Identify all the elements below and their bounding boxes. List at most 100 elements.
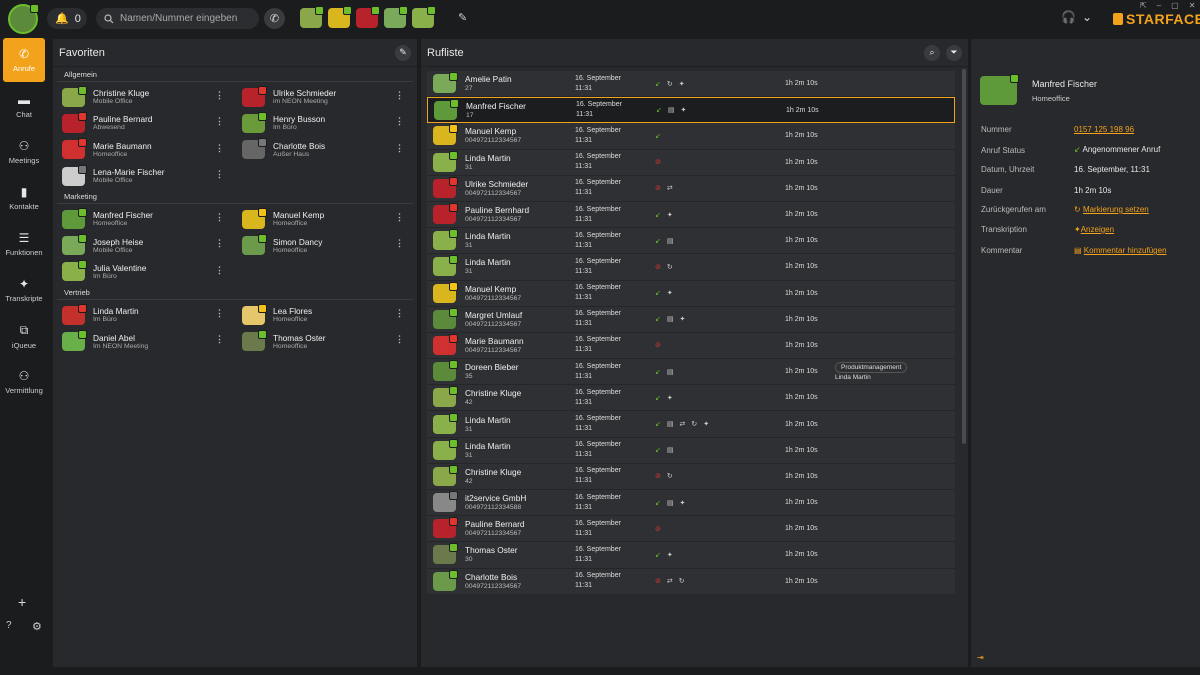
quick-contact-avatar[interactable] [300,6,324,28]
show-transcript-link[interactable]: ✦Anzeigen [1074,225,1114,234]
call-row[interactable]: Pauline Bernhard 004972112334567 16. Septe… [427,201,955,229]
more-options-icon[interactable]: ⋮ [215,265,224,276]
more-options-icon[interactable]: ⋮ [395,308,404,319]
favorite-contact[interactable]: Linda Martin Im Büro ⋮ [53,302,233,328]
call-row[interactable]: Linda Martin 31 16. September 11:31 ↙ ▤ ⇄ ↻ ✦ 1h … [427,411,955,438]
call-row[interactable]: Pauline Bernard 004972112334567 16. Septem… [427,516,955,543]
more-options-icon[interactable]: ⋮ [395,90,404,101]
more-options-icon[interactable]: ⋮ [395,238,404,249]
more-options-icon[interactable]: ⋮ [395,116,404,127]
help-icon[interactable]: ? [6,620,12,631]
quick-contact-avatar[interactable] [384,6,408,28]
call-duration: 1h 2m 10s [785,420,818,428]
sidebar-item-transkripte[interactable]: ✦ Transkripte [0,268,48,312]
search-input[interactable] [120,13,250,24]
mark-callback-link[interactable]: ↻ Markierung setzen [1074,205,1149,214]
more-options-icon[interactable]: ⋮ [395,212,404,223]
quick-contact-avatar[interactable] [356,6,380,28]
call-row[interactable]: Thomas Oster 30 16. September 11:31 ↙ ✦ 1h 2m … [427,542,955,569]
favorite-contact[interactable]: Marie Baumann Homeoffice ⋮ [53,137,233,163]
call-row[interactable]: Linda Martin 31 16. September 11:31 ↙ ▤ 1h 2m … [427,437,955,464]
favorite-contact[interactable]: Daniel Abel Im NEON Meeting ⋮ [53,328,233,354]
favorite-contact[interactable]: Joseph Heise Mobile Office ⋮ [53,232,233,258]
more-options-icon[interactable]: ⋮ [215,116,224,127]
callback-icon: ↻ [666,80,673,88]
favorite-contact[interactable]: Pauline Bernard Abwesend ⋮ [53,110,233,136]
edit-pencil-icon[interactable]: ✎ [458,11,467,24]
call-row[interactable]: Marie Baumann 004972112334567 16. Septembe… [427,332,955,360]
sidebar-item-chat[interactable]: ▬ Chat [0,84,48,128]
call-list-scrollbar[interactable] [962,69,966,444]
close-icon[interactable]: ✕ [1189,1,1196,10]
headset-selector[interactable]: 🎧 ⌄ [1061,10,1092,24]
tag-person: Linda Martin [835,373,871,381]
more-options-icon[interactable]: ⋮ [215,212,224,223]
note-icon: ▤ [666,447,674,455]
more-options-icon[interactable]: ⋮ [395,143,404,154]
sidebar-item-funktionen[interactable]: ☰ Funktionen [0,222,48,266]
detail-number-link[interactable]: 0157 125 198 96 [1074,125,1134,134]
call-row[interactable]: Manuel Kemp 004972112334567 16. September 1… [427,123,955,150]
caller-avatar [433,412,458,434]
call-row[interactable]: Christine Kluge 42 16. September 11:31 ↙ ✦ 1h … [427,385,955,412]
my-avatar[interactable] [8,4,39,34]
call-row[interactable]: Manfred Fischer 17 16. September 11:31 ↙ ▤ ✦ 1h… [427,97,955,124]
caller-avatar [433,464,458,486]
settings-gear-icon[interactable]: ⚙ [32,620,42,633]
edit-favorites-button[interactable]: ✎ [395,44,411,61]
call-row[interactable]: Margret Umlauf 004972112334567 16. Septemb… [427,306,955,333]
call-button[interactable]: ✆ [264,8,285,29]
filter-button[interactable]: ⏷ [946,44,962,61]
call-date: 16. September [575,572,621,580]
call-row[interactable]: Doreen Bieber 35 16. September 11:31 ↙ ▤ 1h 2m… [427,359,955,386]
favorite-contact[interactable]: Simon Dancy Homeoffice ⋮ [233,232,413,258]
favorite-contact[interactable]: Manfred Fischer Homeoffice ⋮ [53,206,233,232]
call-row[interactable]: Ulrike Schmieder 004972112334567 16. Septe… [427,175,955,202]
call-row[interactable]: it2service GmbH 004972112334588 16. Septem… [427,490,955,517]
sidebar-item-meetings[interactable]: ⚇ Meetings [0,130,48,174]
add-icon[interactable]: + [18,594,26,610]
add-comment-link[interactable]: ▤ Kommentar hinzufügen [1074,246,1167,255]
call-row[interactable]: Linda Martin 31 16. September 11:31 ↙ ▤ 1h 2m … [427,228,955,255]
call-datetime: 16. September 11:31 [576,100,656,120]
quick-contact-avatar[interactable] [412,6,436,28]
favorite-contact[interactable]: Lena-Marie Fischer Mobile Office ⋮ [53,163,233,189]
more-options-icon[interactable]: ⋮ [215,169,224,180]
favorite-contact[interactable]: Charlotte Bois Außer Haus ⋮ [233,137,413,163]
search-box[interactable] [96,8,259,29]
call-row[interactable]: Charlotte Bois 004972112334567 16. Septemb… [427,568,955,595]
more-options-icon[interactable]: ⋮ [395,334,404,345]
maximize-icon[interactable]: ▢ [1171,1,1179,10]
favorite-contact[interactable]: Henry Busson Im Büro ⋮ [233,110,413,136]
sidebar-item-anrufe[interactable]: ✆ Anrufe [3,38,45,82]
favorite-contact[interactable]: Lea Flores Homeoffice ⋮ [233,302,413,328]
sidebar-item-vermittlung[interactable]: ⚇ Vermittlung [0,360,48,404]
call-row[interactable]: Linda Martin 31 16. September 11:31 ⊘ 1h 2m 1… [427,149,955,176]
favorite-contact[interactable]: Ulrike Schmieder im NEON Meeting ⋮ [233,84,413,110]
pin-icon[interactable]: ⇱ [1140,1,1147,10]
call-row[interactable]: Christine Kluge 42 16. September 11:31 ⊘ ↻ 1h … [427,463,955,490]
label-datetime: Datum, Uhrzeit [981,165,1035,174]
favorite-contact[interactable]: Thomas Oster Homeoffice ⋮ [233,328,413,354]
quick-contact-avatar[interactable] [328,6,352,28]
favorite-contact[interactable]: Christine Kluge Mobile Office ⋮ [53,84,233,110]
call-icons: ⊘ ↻ [655,472,785,480]
sidebar-item-kontakte[interactable]: ▮ Kontakte [0,176,48,220]
caller-info: Amelie Patin 27 [465,74,575,93]
more-options-icon[interactable]: ⋮ [215,238,224,249]
minimize-icon[interactable]: – [1157,1,1161,10]
collapse-panel-icon[interactable]: ⇥ [977,653,984,662]
favorite-contact[interactable]: Manuel Kemp Homeoffice ⋮ [233,206,413,232]
call-row[interactable]: Amelie Patin 27 16. September 11:31 ↙ ↻ ✦ 1h 2m… [427,71,955,98]
notifications-button[interactable]: 🔔 0 [47,8,87,29]
search-calls-button[interactable]: ⌕ [924,44,940,61]
more-options-icon[interactable]: ⋮ [215,143,224,154]
more-options-icon[interactable]: ⋮ [215,90,224,101]
call-row[interactable]: Manuel Kemp 004972112334567 16. September 1… [427,280,955,307]
call-row[interactable]: Linda Martin 31 16. September 11:31 ⊘ ↻ 1h 2m … [427,254,955,281]
sidebar-item-iqueue[interactable]: ⧉ iQueue [0,314,48,358]
more-options-icon[interactable]: ⋮ [215,308,224,319]
favorite-contact[interactable]: Julia Valentine Im Büro ⋮ [53,259,233,285]
more-options-icon[interactable]: ⋮ [215,334,224,345]
call-time: 11:31 [576,111,593,119]
